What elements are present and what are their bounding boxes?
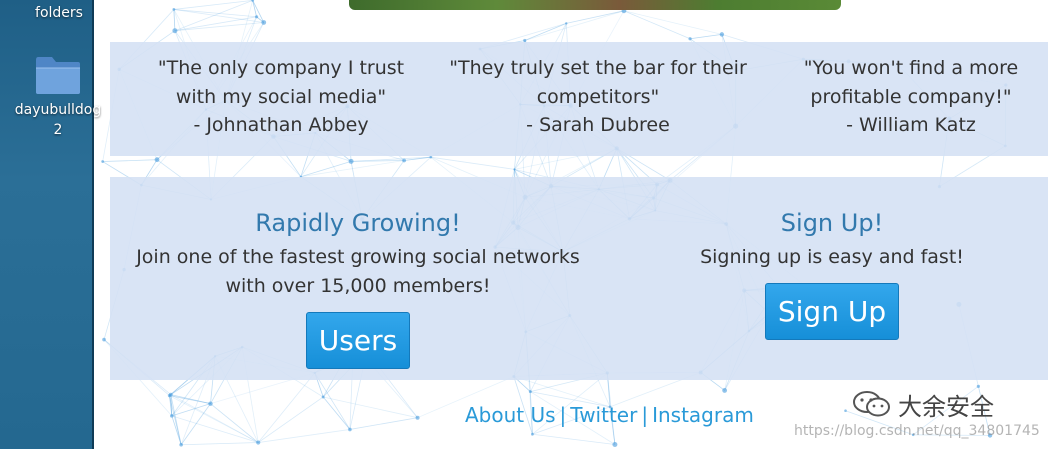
footer-links: About Us | Twitter | Instagram <box>465 403 754 427</box>
desktop-edge <box>92 0 94 449</box>
watermark: 大余安全 <box>852 388 1032 421</box>
feature-rapidly-growing: Rapidly Growing! Join one of the fastest… <box>134 205 582 369</box>
features-section: Rapidly Growing! Join one of the fastest… <box>110 177 1048 380</box>
watermark-url: https://blog.csdn.net/qq_34801745 <box>794 423 1040 439</box>
footer-separator: | <box>559 403 567 427</box>
footer-separator: | <box>641 403 649 427</box>
testimonial: "The only company I trust with my social… <box>136 54 426 140</box>
sign-up-button[interactable]: Sign Up <box>764 283 900 340</box>
testimonial-author: - William Katz <box>846 114 976 136</box>
wechat-icon <box>853 391 890 417</box>
testimonial: "You won't find a more profitable compan… <box>798 54 1024 140</box>
feature-text: Signing up is easy and fast! <box>700 246 964 268</box>
testimonial-author: - Johnathan Abbey <box>193 114 369 136</box>
desktop-folder-label[interactable]: dayubulldog 2 <box>10 100 106 140</box>
watermark-brand: 大余安全 <box>898 392 994 421</box>
feature-title: Rapidly Growing! <box>255 209 461 237</box>
feature-title: Sign Up! <box>780 209 884 237</box>
desktop-sidebar: folders dayubulldog 2 <box>0 0 101 449</box>
testimonial: "They truly set the bar for their compet… <box>448 54 748 140</box>
testimonial-author: - Sarah Dubree <box>526 114 670 136</box>
web-page: "The only company I trust with my social… <box>96 0 1048 449</box>
footer-link-instagram[interactable]: Instagram <box>652 403 754 427</box>
users-button[interactable]: Users <box>305 312 411 369</box>
footer-link-twitter[interactable]: Twitter <box>570 403 637 427</box>
testimonial-quote: "They truly set the bar for their compet… <box>449 57 747 108</box>
folder-icon[interactable] <box>34 52 82 96</box>
testimonial-quote: "The only company I trust with my social… <box>157 57 405 108</box>
testimonial-quote: "You won't find a more profitable compan… <box>803 57 1019 108</box>
feature-text: Join one of the fastest growing social n… <box>136 246 580 297</box>
header-image <box>349 0 841 10</box>
feature-sign-up: Sign Up! Signing up is easy and fast! Si… <box>680 205 984 340</box>
footer-link-about-us[interactable]: About Us <box>465 403 556 427</box>
testimonials-section: "The only company I trust with my social… <box>110 42 1048 156</box>
